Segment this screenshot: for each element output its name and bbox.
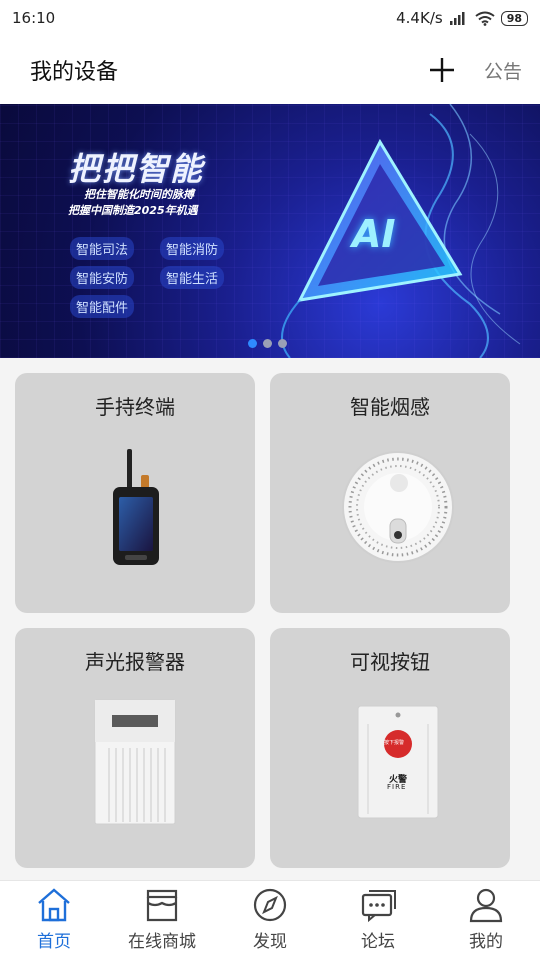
pager-dot[interactable] — [263, 339, 272, 348]
device-card-handheld-terminal[interactable]: 手持终端 — [15, 373, 255, 613]
handheld-terminal-image — [113, 449, 159, 565]
button-device-fire-en: FIRE — [387, 783, 407, 791]
tab-label: 首页 — [37, 932, 71, 952]
signal-icon — [449, 12, 465, 25]
bottom-tab-bar: 首页 在线商城 发现 论坛 我的 — [0, 880, 540, 960]
wifi-icon — [475, 11, 495, 26]
home-icon — [38, 888, 70, 922]
pager-dot[interactable] — [248, 339, 257, 348]
device-card-sound-light-alarm[interactable]: 声光报警器 — [15, 628, 255, 868]
ai-logo-text: AI — [352, 212, 396, 256]
banner-title: 把把智能 — [68, 150, 205, 188]
chat-icon — [361, 890, 396, 923]
banner-subtitle-1: 把住智能化时间的脉搏 — [84, 188, 194, 201]
tab-label: 发现 — [253, 932, 287, 952]
tab-label: 论坛 — [361, 932, 395, 952]
app-header: 我的设备 公告 — [0, 36, 540, 104]
banner-tag: 智能司法 — [70, 237, 135, 260]
add-device-button[interactable] — [428, 56, 456, 84]
tab-label: 在线商城 — [128, 932, 196, 952]
banner-tag: 智能消防 — [160, 237, 225, 260]
ai-triangle-graphic — [281, 104, 521, 358]
button-device-tag: 按下报警 — [384, 740, 405, 746]
network-speed: 4.4K/s — [396, 9, 443, 27]
device-card-visual-button[interactable]: 可视按钮 按下报警 火警 FIRE — [270, 628, 510, 868]
banner-tag: 智能生活 — [160, 266, 225, 289]
banner-tag: 智能配件 — [70, 295, 135, 318]
banner-subtitle-2: 把握中国制造2025年机遇 — [68, 204, 198, 217]
tab-online-store[interactable]: 在线商城 — [108, 881, 216, 960]
store-icon — [146, 889, 178, 922]
device-card-smoke-detector[interactable]: 智能烟感 — [270, 373, 510, 613]
status-bar: 16:10 4.4K/s 98 — [0, 0, 540, 36]
pager-dot[interactable] — [278, 339, 287, 348]
promo-banner[interactable]: AI 把把智能 把住智能化时间的脉搏 把握中国制造2025年机遇 智能司法 智能… — [0, 104, 540, 358]
tab-home[interactable]: 首页 — [0, 881, 108, 960]
battery-indicator: 98 — [500, 10, 528, 26]
compass-icon — [253, 888, 287, 922]
tab-discover[interactable]: 发现 — [216, 881, 324, 960]
user-icon — [469, 888, 503, 923]
tab-forum[interactable]: 论坛 — [324, 881, 432, 960]
page-title: 我的设备 — [30, 60, 119, 85]
visual-button-image — [357, 705, 439, 819]
notice-button[interactable]: 公告 — [484, 57, 522, 84]
banner-tag: 智能安防 — [70, 266, 135, 289]
tab-label: 我的 — [469, 932, 503, 952]
tab-mine[interactable]: 我的 — [432, 881, 540, 960]
banner-pager — [248, 339, 287, 348]
smoke-detector-image — [342, 451, 454, 563]
sound-light-alarm-image — [94, 699, 176, 825]
status-time: 16:10 — [12, 9, 56, 27]
